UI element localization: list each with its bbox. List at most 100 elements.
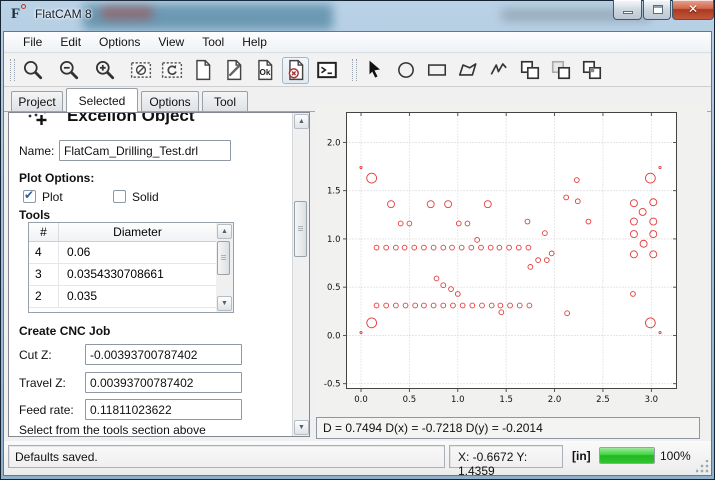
- name-label: Name:: [19, 144, 54, 158]
- selected-panel: Excellon Object Name: Plot Options: Plot…: [8, 112, 310, 437]
- resize-grip-icon[interactable]: [696, 460, 709, 473]
- cutz-input[interactable]: [85, 344, 242, 365]
- solid-checkbox-label[interactable]: Solid: [132, 190, 159, 204]
- titlebar[interactable]: F FlatCAM 8 ✕: [3, 0, 712, 31]
- tab-project[interactable]: Project: [11, 91, 63, 111]
- name-input[interactable]: [59, 140, 231, 161]
- minimize-icon: [623, 11, 633, 14]
- toolbar-grip[interactable]: [352, 59, 357, 81]
- ok-file-button[interactable]: Ok: [251, 57, 278, 84]
- svg-text:1.0: 1.0: [327, 235, 341, 245]
- table-row[interactable]: 4 0.06: [29, 242, 216, 264]
- feedrate-label: Feed rate:: [19, 403, 74, 417]
- edit-file-button[interactable]: [220, 57, 247, 84]
- cell-tool-num: 4: [29, 242, 59, 263]
- tab-selected[interactable]: Selected: [66, 88, 138, 112]
- clear-plot-button[interactable]: [127, 57, 154, 84]
- travelz-label: Travel Z:: [19, 376, 66, 390]
- tab-options[interactable]: Options: [141, 91, 199, 111]
- window-title: FlatCAM 8: [35, 7, 92, 21]
- units-indicator: [in]: [572, 449, 591, 463]
- scroll-up-icon[interactable]: ▲: [294, 114, 309, 129]
- scroll-up-icon[interactable]: ▲: [217, 224, 232, 239]
- zoom-in-button[interactable]: [91, 57, 118, 84]
- svg-text:0.5: 0.5: [327, 283, 341, 293]
- feedrate-field-row: Feed rate:: [17, 399, 257, 421]
- draw-rectangle-button[interactable]: [423, 57, 450, 84]
- travelz-input[interactable]: [85, 372, 242, 393]
- draw-polygon-icon: [457, 59, 479, 81]
- col-header-num[interactable]: #: [29, 223, 59, 241]
- new-file-icon: [192, 59, 214, 81]
- toolbar-grip[interactable]: [10, 59, 15, 81]
- draw-polygon-button[interactable]: [454, 57, 481, 84]
- svg-text:0.0: 0.0: [327, 331, 341, 341]
- excellon-drill-icon: [27, 113, 49, 128]
- statusbar: Defaults saved. X: -0.6672 Y: 1.4359 [in…: [4, 441, 711, 475]
- plot-checkbox-label[interactable]: Plot: [42, 190, 63, 204]
- feedrate-input[interactable]: [85, 399, 242, 420]
- panel-scrollbar-thumb[interactable]: [294, 201, 307, 257]
- cell-tool-diameter: 0.035: [59, 286, 216, 307]
- draw-circle-button[interactable]: [392, 57, 419, 84]
- panel-scrollbar[interactable]: ▲ ▼: [292, 113, 309, 436]
- zoom-out-button[interactable]: [55, 57, 82, 84]
- intersect-tool-button[interactable]: [547, 57, 574, 84]
- menubar: File Edit Options View Tool Help: [4, 32, 711, 53]
- scroll-down-icon[interactable]: ▼: [217, 296, 232, 311]
- subtract-tool-button[interactable]: [578, 57, 605, 84]
- menu-help[interactable]: Help: [233, 32, 276, 52]
- draw-polyline-icon: [488, 59, 510, 81]
- table-scrollbar-thumb[interactable]: [217, 241, 230, 275]
- zoom-in-icon: [94, 59, 116, 81]
- cutz-label: Cut Z:: [19, 348, 52, 362]
- table-row[interactable]: 3 0.0354330708661: [29, 264, 216, 286]
- select-tool-button[interactable]: [361, 57, 388, 84]
- scroll-down-icon[interactable]: ▼: [294, 420, 309, 435]
- svg-text:Ok: Ok: [259, 68, 270, 77]
- minimize-button[interactable]: [613, 0, 642, 20]
- table-scrollbar[interactable]: ▲ ▼: [216, 223, 233, 312]
- travelz-field-row: Travel Z:: [17, 372, 257, 394]
- maximize-icon: [653, 5, 663, 14]
- plot-options-label: Plot Options:: [19, 171, 94, 185]
- shell-button[interactable]: [313, 57, 340, 84]
- svg-text:0.5: 0.5: [403, 395, 417, 405]
- menu-view[interactable]: View: [149, 32, 193, 52]
- table-row[interactable]: 2 0.035: [29, 286, 216, 308]
- replot-button[interactable]: [158, 57, 185, 84]
- svg-text:2.0: 2.0: [548, 395, 562, 405]
- menu-edit[interactable]: Edit: [51, 32, 90, 52]
- menu-options[interactable]: Options: [90, 32, 149, 52]
- clear-plot-icon: [130, 59, 152, 81]
- plot-checkbox[interactable]: [23, 190, 36, 203]
- svg-text:2.0: 2.0: [327, 138, 341, 148]
- flatcam-window: F FlatCAM 8 ✕ File Edit Options View Too…: [0, 0, 715, 480]
- plot-figure[interactable]: 0.00.51.01.52.02.53.0-0.50.00.51.01.52.0: [315, 104, 707, 415]
- new-file-button[interactable]: [189, 57, 216, 84]
- cell-tool-diameter: 0.06: [59, 242, 216, 263]
- intersect-tool-icon: [550, 59, 572, 81]
- maximize-button[interactable]: [643, 0, 671, 20]
- select-tool-icon: [364, 59, 386, 81]
- svg-text:3.0: 3.0: [645, 395, 659, 405]
- close-icon: ✕: [673, 2, 713, 16]
- solid-checkbox[interactable]: [113, 190, 126, 203]
- draw-polyline-button[interactable]: [485, 57, 512, 84]
- svg-text:0.0: 0.0: [354, 395, 368, 405]
- col-header-diameter[interactable]: Diameter: [59, 223, 216, 241]
- close-button[interactable]: ✕: [672, 0, 714, 20]
- delete-file-button[interactable]: [282, 57, 309, 84]
- svg-text:1.0: 1.0: [451, 395, 465, 405]
- menu-tool[interactable]: Tool: [193, 32, 233, 52]
- zoom-fit-button[interactable]: [19, 57, 46, 84]
- menu-file[interactable]: File: [14, 32, 51, 52]
- union-tool-button[interactable]: [516, 57, 543, 84]
- progress-bar: [599, 447, 655, 464]
- replot-icon: [161, 59, 183, 81]
- plot-canvas[interactable]: 0.00.51.01.52.02.53.0-0.50.00.51.01.52.0: [315, 104, 707, 415]
- tab-tool[interactable]: Tool: [202, 91, 248, 111]
- cell-tool-num: 2: [29, 286, 59, 307]
- tools-label: Tools: [19, 208, 50, 222]
- tools-table-header: # Diameter: [29, 223, 216, 242]
